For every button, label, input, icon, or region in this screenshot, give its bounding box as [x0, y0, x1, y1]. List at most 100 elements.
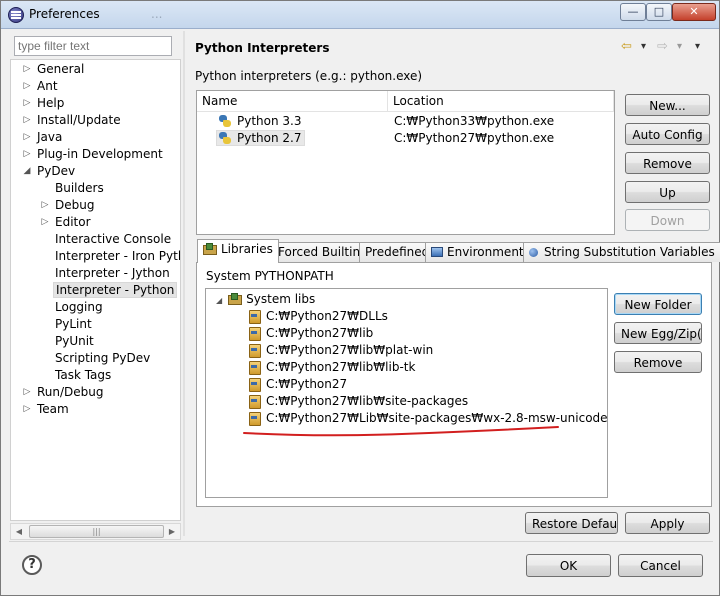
new-folder-button[interactable]: New Folder	[614, 293, 702, 315]
jar-folder-icon	[248, 309, 261, 324]
down-button: Down	[625, 209, 710, 231]
column-header-location[interactable]: Location	[388, 91, 614, 112]
tree-item-interpreter-python[interactable]: Interpreter - Python	[53, 282, 178, 299]
tab-libraries[interactable]: Libraries	[197, 239, 279, 263]
expand-icon[interactable]: ▷	[39, 214, 51, 231]
environment-icon	[431, 247, 443, 257]
pythonpath-tree[interactable]: ◢ System libs C:₩Python27₩DLLs C:₩Python2…	[205, 288, 608, 498]
interpreters-description: Python interpreters (e.g.: python.exe)	[195, 69, 423, 83]
up-button[interactable]: Up	[625, 181, 710, 203]
jar-folder-icon	[248, 343, 261, 358]
path-item[interactable]: C:₩Python27₩lib₩site-packages	[248, 393, 468, 410]
tree-item-pydev[interactable]: ◢ PyDev	[24, 163, 76, 180]
forward-menu-icon: ▾	[677, 41, 683, 52]
expand-icon[interactable]: ▷	[21, 401, 33, 418]
scroll-left-arrow-icon[interactable]: ◀	[11, 524, 27, 539]
eclipse-icon	[8, 7, 24, 23]
tree-item-interpreter-ironpython[interactable]: Interpreter - Iron Pytho	[55, 248, 180, 265]
maximize-button[interactable]: □	[646, 3, 672, 21]
expand-icon[interactable]: ▷	[21, 146, 33, 163]
tab-predefined[interactable]: Predefined	[359, 242, 436, 262]
expand-icon[interactable]: ▷	[21, 78, 33, 95]
expand-icon[interactable]: ▷	[21, 112, 33, 129]
title-bar[interactable]: Preferences ... — □ ✕	[1, 1, 719, 29]
background-window-title: ...	[151, 7, 163, 21]
path-item[interactable]: C:₩Python27₩lib₩lib-tk	[248, 359, 415, 376]
auto-config-button[interactable]: Auto Config	[625, 123, 710, 145]
jar-folder-icon	[248, 326, 261, 341]
tree-item-pyunit[interactable]: PyUnit	[55, 333, 94, 350]
new-egg-zip-button[interactable]: New Egg/Zip(s)	[614, 322, 702, 344]
tree-item-java[interactable]: ▷ Java	[24, 129, 63, 146]
apply-button[interactable]: Apply	[625, 512, 710, 534]
page-title: Python Interpreters	[195, 41, 330, 55]
tree-item-help[interactable]: ▷ Help	[24, 95, 65, 112]
system-libs-node[interactable]: ◢ System libs	[216, 291, 315, 308]
interpreters-table[interactable]: Name Location Python 3.3 C:₩Python33₩pyt…	[196, 90, 615, 235]
tree-item-interpreter-jython[interactable]: Interpreter - Jython	[55, 265, 170, 282]
back-arrow-icon[interactable]: ⇦	[621, 39, 632, 55]
python-icon	[219, 132, 231, 144]
back-menu-icon[interactable]: ▾	[641, 39, 646, 55]
minimize-button[interactable]: —	[620, 3, 646, 21]
tree-item-run-debug[interactable]: ▷ Run/Debug	[24, 384, 104, 401]
interpreter-row-python33[interactable]: Python 3.3	[219, 113, 302, 130]
expand-icon[interactable]: ▷	[39, 197, 51, 214]
expand-icon[interactable]: ▷	[21, 129, 33, 146]
tree-item-ant[interactable]: ▷ Ant	[24, 78, 58, 95]
path-item[interactable]: C:₩Python27	[248, 376, 347, 393]
help-icon[interactable]: ?	[22, 555, 42, 575]
remove-path-button[interactable]: Remove	[614, 351, 702, 373]
red-underline-annotation	[243, 426, 559, 437]
new-interpreter-button[interactable]: New...	[625, 94, 710, 116]
path-item[interactable]: C:₩Python27₩lib₩plat-win	[248, 342, 433, 359]
expand-icon[interactable]: ▷	[21, 384, 33, 401]
interpreter-location[interactable]: C:₩Python33₩python.exe	[394, 113, 554, 130]
view-menu-icon[interactable]: ▾	[695, 39, 700, 55]
ok-button[interactable]: OK	[526, 554, 611, 577]
close-button[interactable]: ✕	[672, 3, 716, 21]
expand-icon[interactable]: ▷	[21, 61, 33, 78]
interpreter-location[interactable]: C:₩Python27₩python.exe	[394, 130, 554, 147]
collapse-icon[interactable]: ◢	[21, 163, 33, 180]
tree-item-editor[interactable]: ▷ Editor	[42, 214, 91, 231]
path-item[interactable]: C:₩Python27₩lib	[248, 325, 373, 342]
collapse-icon[interactable]: ◢	[216, 296, 222, 305]
interpreter-row-python27[interactable]: Python 2.7	[216, 130, 305, 147]
scroll-right-arrow-icon[interactable]: ▶	[164, 524, 180, 539]
tab-string-substitution-variables[interactable]: String Substitution Variables	[523, 242, 720, 262]
tree-item-interactive-console[interactable]: Interactive Console	[55, 231, 171, 248]
jar-folder-icon	[248, 360, 261, 375]
tab-environment[interactable]: Environment	[425, 242, 530, 262]
filter-input[interactable]	[14, 36, 172, 56]
remove-interpreter-button[interactable]: Remove	[625, 152, 710, 174]
footer-separator	[9, 541, 713, 542]
jar-folder-icon	[248, 411, 261, 426]
tree-item-logging[interactable]: Logging	[55, 299, 103, 316]
libraries-icon	[228, 293, 243, 305]
tree-item-pylint[interactable]: PyLint	[55, 316, 92, 333]
tree-item-task-tags[interactable]: Task Tags	[55, 367, 111, 384]
tree-item-debug[interactable]: ▷ Debug	[42, 197, 95, 214]
tab-forced-builtins[interactable]: Forced Builtins	[272, 242, 373, 262]
panel-sash[interactable]	[183, 31, 185, 536]
preferences-tree[interactable]: ▷ General ▷ Ant ▷ Help ▷ Install/Update ▷ Jav…	[10, 59, 181, 521]
tree-horizontal-scrollbar[interactable]: ◀ ||| ▶	[10, 523, 181, 540]
expand-icon[interactable]: ▷	[21, 95, 33, 112]
tree-item-plugin-development[interactable]: ▷ Plug-in Development	[24, 146, 163, 163]
variables-icon	[529, 248, 538, 257]
path-item[interactable]: C:₩Python27₩DLLs	[248, 308, 388, 325]
tree-item-scripting-pydev[interactable]: Scripting PyDev	[55, 350, 150, 367]
window-title: Preferences	[29, 7, 100, 21]
scrollbar-thumb[interactable]: |||	[29, 525, 164, 538]
tree-item-install-update[interactable]: ▷ Install/Update	[24, 112, 121, 129]
jar-folder-icon	[248, 394, 261, 409]
preferences-window: Preferences ... — □ ✕ ▷General ▷Ant ▷Hel…	[0, 0, 720, 596]
forward-arrow-icon: ⇨	[657, 39, 668, 54]
tree-item-team[interactable]: ▷ Team	[24, 401, 69, 418]
cancel-button[interactable]: Cancel	[618, 554, 703, 577]
tree-item-builders[interactable]: Builders	[55, 180, 104, 197]
restore-defaults-button[interactable]: Restore Defaults	[525, 512, 618, 534]
column-header-name[interactable]: Name	[197, 91, 388, 112]
tree-item-general[interactable]: ▷ General	[24, 61, 85, 78]
